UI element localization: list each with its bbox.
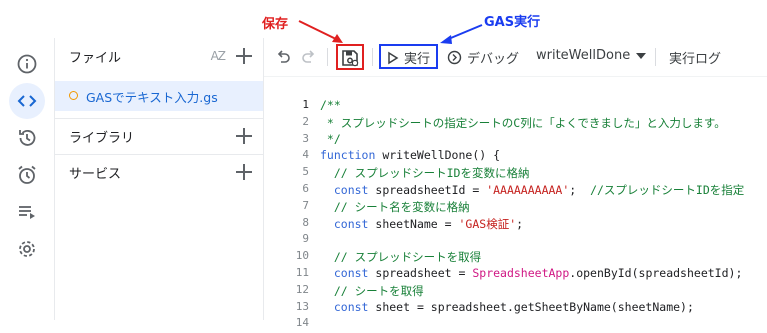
code-text: const spreadsheet = SpreadsheetApp.openB… xyxy=(333,266,743,280)
execution-log-label: 実行ログ xyxy=(669,52,722,67)
run-annotation-label: GAS実行 xyxy=(484,15,541,30)
code-text: /** xyxy=(320,98,341,112)
undo-icon[interactable] xyxy=(275,49,291,65)
libraries-header[interactable]: ライブラリ xyxy=(55,118,263,154)
code-text: const sheet = spreadsheet.getSheetByName… xyxy=(333,299,694,314)
code-line[interactable]: 8 const sheetName = 'GAS検証'; xyxy=(264,216,767,233)
code-line[interactable]: 14 xyxy=(264,316,767,333)
code-text: // シートを取得 xyxy=(333,283,424,298)
code-line[interactable]: 12 // シートを取得 xyxy=(264,283,767,300)
services-header[interactable]: サービス xyxy=(55,154,263,190)
code-text: const spreadsheetId = 'AAAAAAAAAA'; //スプ… xyxy=(333,183,745,197)
add-file-icon[interactable] xyxy=(235,47,253,65)
code-line[interactable]: 1 /** xyxy=(264,98,767,115)
save-annotation-label: 保存 xyxy=(262,17,289,32)
code-line[interactable]: 3 */ xyxy=(264,132,767,149)
unsaved-dot-icon xyxy=(69,91,78,100)
code-line[interactable]: 10 // スプレッドシートを取得 xyxy=(264,249,767,266)
file-item[interactable]: GASでテキスト入力.gs xyxy=(55,81,263,111)
line-number: 12 xyxy=(295,282,309,296)
line-number: 5 xyxy=(302,165,309,179)
line-number: 7 xyxy=(302,198,309,212)
save-highlight xyxy=(336,44,364,70)
code-text: // スプレッドシートを取得 xyxy=(333,250,482,265)
history-icon[interactable] xyxy=(9,120,45,156)
chevron-down-icon xyxy=(636,52,647,59)
execution-log-button[interactable]: 実行ログ xyxy=(669,48,721,67)
code-line[interactable]: 11 const spreadsheet = SpreadsheetApp.op… xyxy=(264,266,767,283)
file-name: GASでテキスト入力.gs xyxy=(86,89,218,105)
line-number: 9 xyxy=(302,232,309,246)
settings-icon[interactable] xyxy=(9,231,45,267)
info-icon[interactable] xyxy=(9,46,45,82)
code-line[interactable]: 9 xyxy=(264,232,767,249)
code-text: * スプレッドシートの指定シートのC列に「よくできました」と入力します。 xyxy=(320,115,726,130)
libraries-label: ライブラリ xyxy=(69,130,135,146)
left-rail xyxy=(0,38,55,320)
files-label: ファイル xyxy=(69,50,122,66)
line-number: 6 xyxy=(302,182,309,195)
run-highlight xyxy=(379,44,438,69)
debug-button[interactable]: デバッグ xyxy=(447,48,519,67)
line-number: 4 xyxy=(302,148,309,162)
code-line[interactable]: 13 const sheet = spreadsheet.getSheetByN… xyxy=(264,300,767,317)
line-number: 10 xyxy=(295,249,309,263)
add-service-icon[interactable] xyxy=(235,163,253,181)
line-number: 13 xyxy=(295,299,309,313)
function-select[interactable]: writeWellDone xyxy=(536,48,647,63)
line-number: 2 xyxy=(302,114,309,128)
code-text: */ xyxy=(320,131,341,146)
files-header: ファイル AZ xyxy=(55,38,263,74)
line-number: 3 xyxy=(302,131,309,145)
code-text: // シート名を変数に格納 xyxy=(333,199,470,214)
code-line[interactable]: 2 * スプレッドシートの指定シートのC列に「よくできました」と入力します。 xyxy=(264,115,767,132)
code-text: function writeWellDone() { xyxy=(320,148,501,163)
add-library-icon[interactable] xyxy=(235,127,253,145)
function-select-value: writeWellDone xyxy=(536,48,631,63)
code-text: // スプレッドシートIDを変数に格納 xyxy=(333,166,530,181)
alarm-icon[interactable] xyxy=(9,157,45,193)
files-panel: ファイル AZ GASでテキスト入力.gs ライブラリ サービス xyxy=(55,38,264,320)
debug-label: デバッグ xyxy=(467,52,520,67)
code-text: const sheetName = 'GAS検証'; xyxy=(333,216,524,231)
line-number: 1 xyxy=(302,98,309,111)
sort-az-icon[interactable]: AZ xyxy=(211,49,226,63)
executions-icon[interactable] xyxy=(9,194,45,230)
code-line[interactable]: 5 // スプレッドシートIDを変数に格納 xyxy=(264,165,767,182)
code-editor[interactable]: 1 /** 2 * スプレッドシートの指定シートのC列に「よくできました」と入力しま… xyxy=(264,90,767,329)
services-label: サービス xyxy=(69,166,122,182)
line-number: 8 xyxy=(302,215,309,229)
code-line[interactable]: 4 function writeWellDone() { xyxy=(264,148,767,165)
code-icon[interactable] xyxy=(9,83,45,119)
line-number: 11 xyxy=(295,266,309,279)
code-line[interactable]: 7 // シート名を変数に格納 xyxy=(264,199,767,216)
code-line[interactable]: 6 const spreadsheetId = 'AAAAAAAAAA'; //… xyxy=(264,182,767,199)
line-number: 14 xyxy=(295,316,309,330)
redo-icon[interactable] xyxy=(301,49,317,65)
